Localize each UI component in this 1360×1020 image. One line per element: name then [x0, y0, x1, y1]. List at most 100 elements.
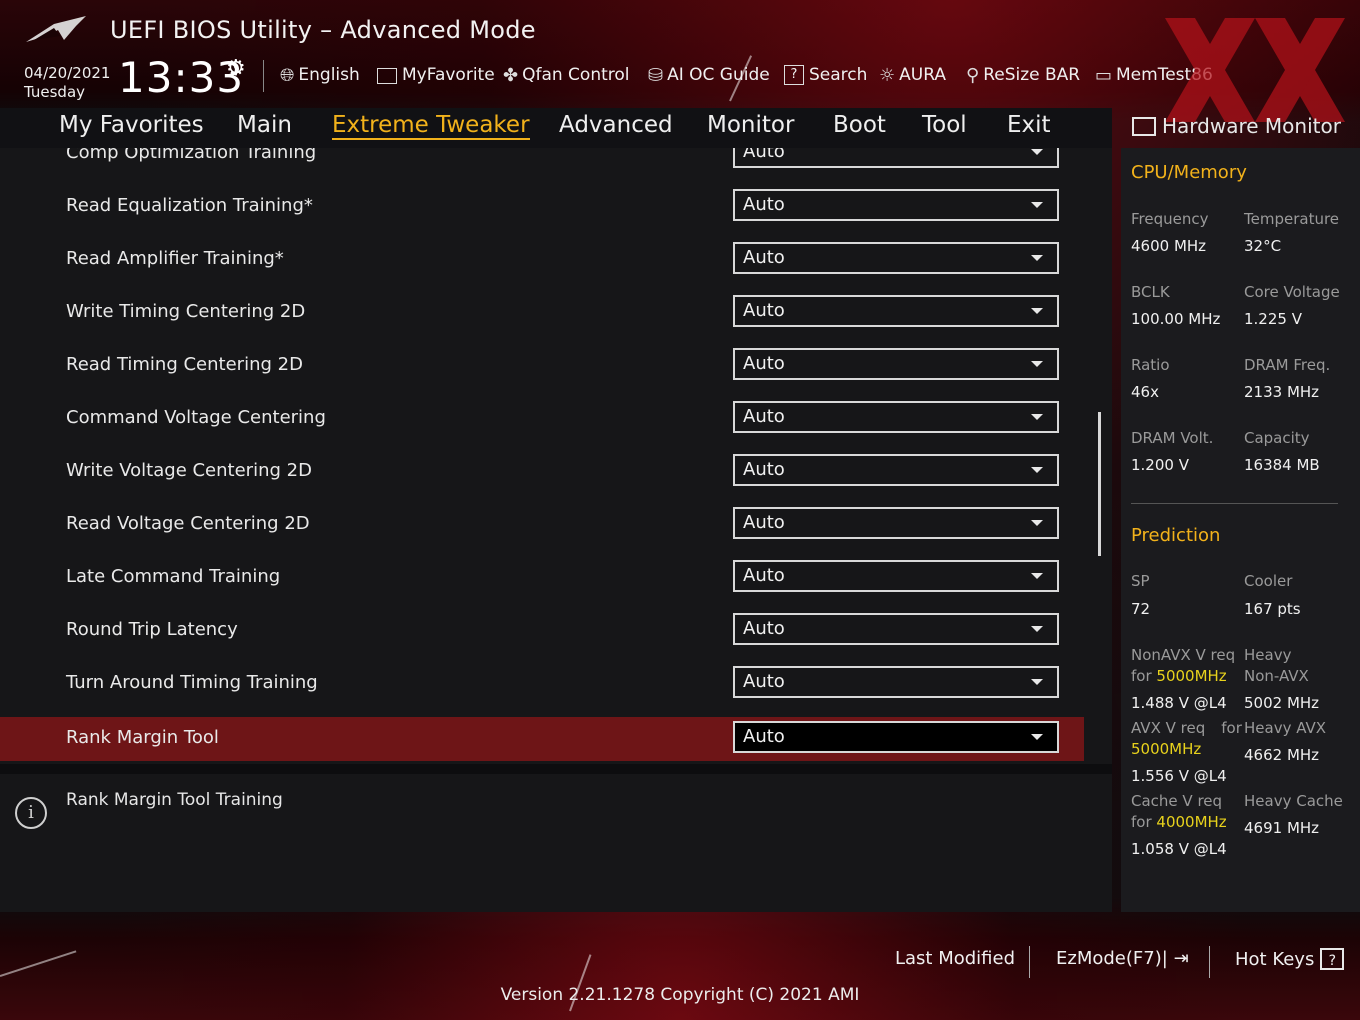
setting-label: Round Trip Latency	[66, 619, 238, 640]
search-button[interactable]: ? Search	[784, 62, 867, 88]
hw-title-label: Hardware Monitor	[1162, 114, 1341, 138]
ezmode-button[interactable]: EzMode(F7)| ⇥	[1056, 948, 1189, 969]
setting-row[interactable]: Comp Optimization Training Auto	[0, 148, 1084, 176]
dropdown-value: Auto	[743, 512, 785, 533]
hw-value: 1.488 V @L4	[1131, 694, 1227, 712]
setting-row[interactable]: Write Timing Centering 2D Auto	[0, 291, 1084, 335]
hw-label: NonAVX V req for 5000MHz	[1131, 645, 1235, 687]
hw-label: Ratio	[1131, 356, 1170, 374]
dropdown-value: Auto	[743, 247, 785, 268]
aura-button[interactable]: ☼ AURA	[879, 62, 946, 88]
chevron-down-icon	[1031, 734, 1043, 740]
setting-label: Turn Around Timing Training	[66, 672, 318, 693]
setting-dropdown[interactable]: Auto	[733, 507, 1059, 539]
hw-label: Heavy AVX	[1244, 719, 1327, 737]
clock-settings-icon[interactable]: ⚙	[226, 56, 246, 81]
setting-dropdown[interactable]: Auto	[733, 721, 1059, 753]
hw-value: 72	[1131, 600, 1151, 618]
hw-label: AVX V req for 5000MHz	[1131, 718, 1242, 760]
setting-label: Read Voltage Centering 2D	[66, 513, 310, 534]
tab-main[interactable]: Main	[237, 112, 292, 138]
setting-dropdown[interactable]: Auto	[733, 401, 1059, 433]
hw-highlight-freq: 4000MHz	[1156, 813, 1227, 831]
hw-label: SP	[1131, 572, 1150, 590]
hw-label: DRAM Freq.	[1244, 356, 1331, 374]
setting-dropdown[interactable]: Auto	[733, 189, 1059, 221]
qfan-control-button[interactable]: ✤ Qfan Control	[503, 62, 630, 88]
hw-label: BCLK	[1131, 283, 1170, 301]
setting-dropdown[interactable]: Auto	[733, 148, 1059, 168]
tab-extreme-tweaker[interactable]: Extreme Tweaker	[332, 112, 530, 140]
help-text: Rank Margin Tool Training	[66, 790, 283, 810]
hw-highlight-freq: 5000MHz	[1156, 667, 1227, 685]
setting-label: Late Command Training	[66, 566, 281, 587]
setting-row[interactable]: Command Voltage Centering Auto	[0, 397, 1084, 441]
hw-value: 4600 MHz	[1131, 237, 1207, 255]
tab-monitor[interactable]: Monitor	[707, 112, 794, 138]
setting-row[interactable]: Round Trip Latency Auto	[0, 609, 1084, 653]
tab-advanced[interactable]: Advanced	[559, 112, 673, 138]
setting-row[interactable]: Read Timing Centering 2D Auto	[0, 344, 1084, 388]
setting-row[interactable]: Read Equalization Training* Auto	[0, 185, 1084, 229]
hw-value: 1.556 V @L4	[1131, 767, 1227, 785]
ai-oc-guide-button[interactable]: ⛁ AI OC Guide	[648, 62, 770, 88]
language-label: English	[298, 65, 360, 85]
hot-keys-button[interactable]: Hot Keys ?	[1235, 948, 1345, 970]
dropdown-value: Auto	[743, 194, 785, 215]
setting-dropdown[interactable]: Auto	[733, 242, 1059, 274]
last-modified-button[interactable]: Last Modified	[895, 948, 1015, 969]
hw-value: 4662 MHz	[1244, 746, 1320, 764]
memory-icon: ▭	[1095, 64, 1113, 86]
hw-label: Temperature	[1244, 210, 1340, 228]
tab-boot[interactable]: Boot	[833, 112, 886, 138]
setting-dropdown[interactable]: Auto	[733, 666, 1059, 698]
hw-value: 5002 MHz	[1244, 694, 1320, 712]
tab-tool[interactable]: Tool	[922, 112, 967, 138]
exit-arrow-icon: ⇥	[1173, 948, 1189, 969]
setting-label: Read Timing Centering 2D	[66, 354, 303, 375]
chevron-down-icon	[1031, 414, 1043, 420]
chevron-down-icon	[1031, 679, 1043, 685]
myfavorite-button[interactable]: MyFavorite	[377, 62, 495, 88]
setting-label: Read Equalization Training*	[66, 195, 313, 216]
hw-label: Cache V req for 4000MHz	[1131, 791, 1227, 833]
aura-icon: ☼	[879, 64, 896, 86]
setting-dropdown[interactable]: Auto	[733, 295, 1059, 327]
scrollbar[interactable]	[1098, 412, 1101, 556]
setting-dropdown[interactable]: Auto	[733, 613, 1059, 645]
dropdown-value: Auto	[743, 565, 785, 586]
hw-section-cpu-memory: CPU/Memory	[1131, 162, 1247, 183]
setting-row[interactable]: Late Command Training Auto	[0, 556, 1084, 600]
setting-dropdown[interactable]: Auto	[733, 348, 1059, 380]
dropdown-value: Auto	[743, 406, 785, 427]
tab-exit[interactable]: Exit	[1007, 112, 1051, 138]
setting-row[interactable]: Turn Around Timing Training Auto	[0, 662, 1084, 706]
ai-chip-icon: ⛁	[648, 64, 664, 86]
setting-row[interactable]: Read Amplifier Training* Auto	[0, 238, 1084, 282]
hw-value: 2133 MHz	[1244, 383, 1320, 401]
hw-label-line: Cache V req	[1131, 792, 1223, 810]
setting-dropdown[interactable]: Auto	[733, 454, 1059, 486]
question-icon: ?	[784, 65, 804, 85]
hot-keys-label: Hot Keys	[1235, 948, 1315, 970]
setting-row-selected[interactable]: Rank Margin Tool Auto	[0, 717, 1084, 761]
fan-icon: ✤	[503, 64, 519, 86]
language-button[interactable]: 🌐︎ English	[280, 62, 360, 88]
setting-row[interactable]: Write Voltage Centering 2D Auto	[0, 450, 1084, 494]
tab-my-favorites[interactable]: My Favorites	[59, 112, 204, 138]
chevron-down-icon	[1031, 202, 1043, 208]
hw-label: Heavy Cache	[1244, 792, 1343, 810]
setting-row[interactable]: Read Voltage Centering 2D Auto	[0, 503, 1084, 547]
setting-dropdown[interactable]: Auto	[733, 560, 1059, 592]
myfavorite-label: MyFavorite	[402, 65, 495, 85]
chevron-down-icon	[1031, 573, 1043, 579]
resize-bar-button[interactable]: ⚲ ReSize BAR	[966, 62, 1080, 88]
hw-value: 32°C	[1244, 237, 1282, 255]
dropdown-value: Auto	[743, 353, 785, 374]
panel-divider	[0, 764, 1112, 774]
hw-label-line: Heavy	[1244, 646, 1292, 664]
dropdown-value: Auto	[743, 726, 785, 747]
favorite-icon	[377, 68, 397, 84]
footer-divider	[1209, 946, 1210, 978]
resize-bar-label: ReSize BAR	[983, 65, 1081, 85]
